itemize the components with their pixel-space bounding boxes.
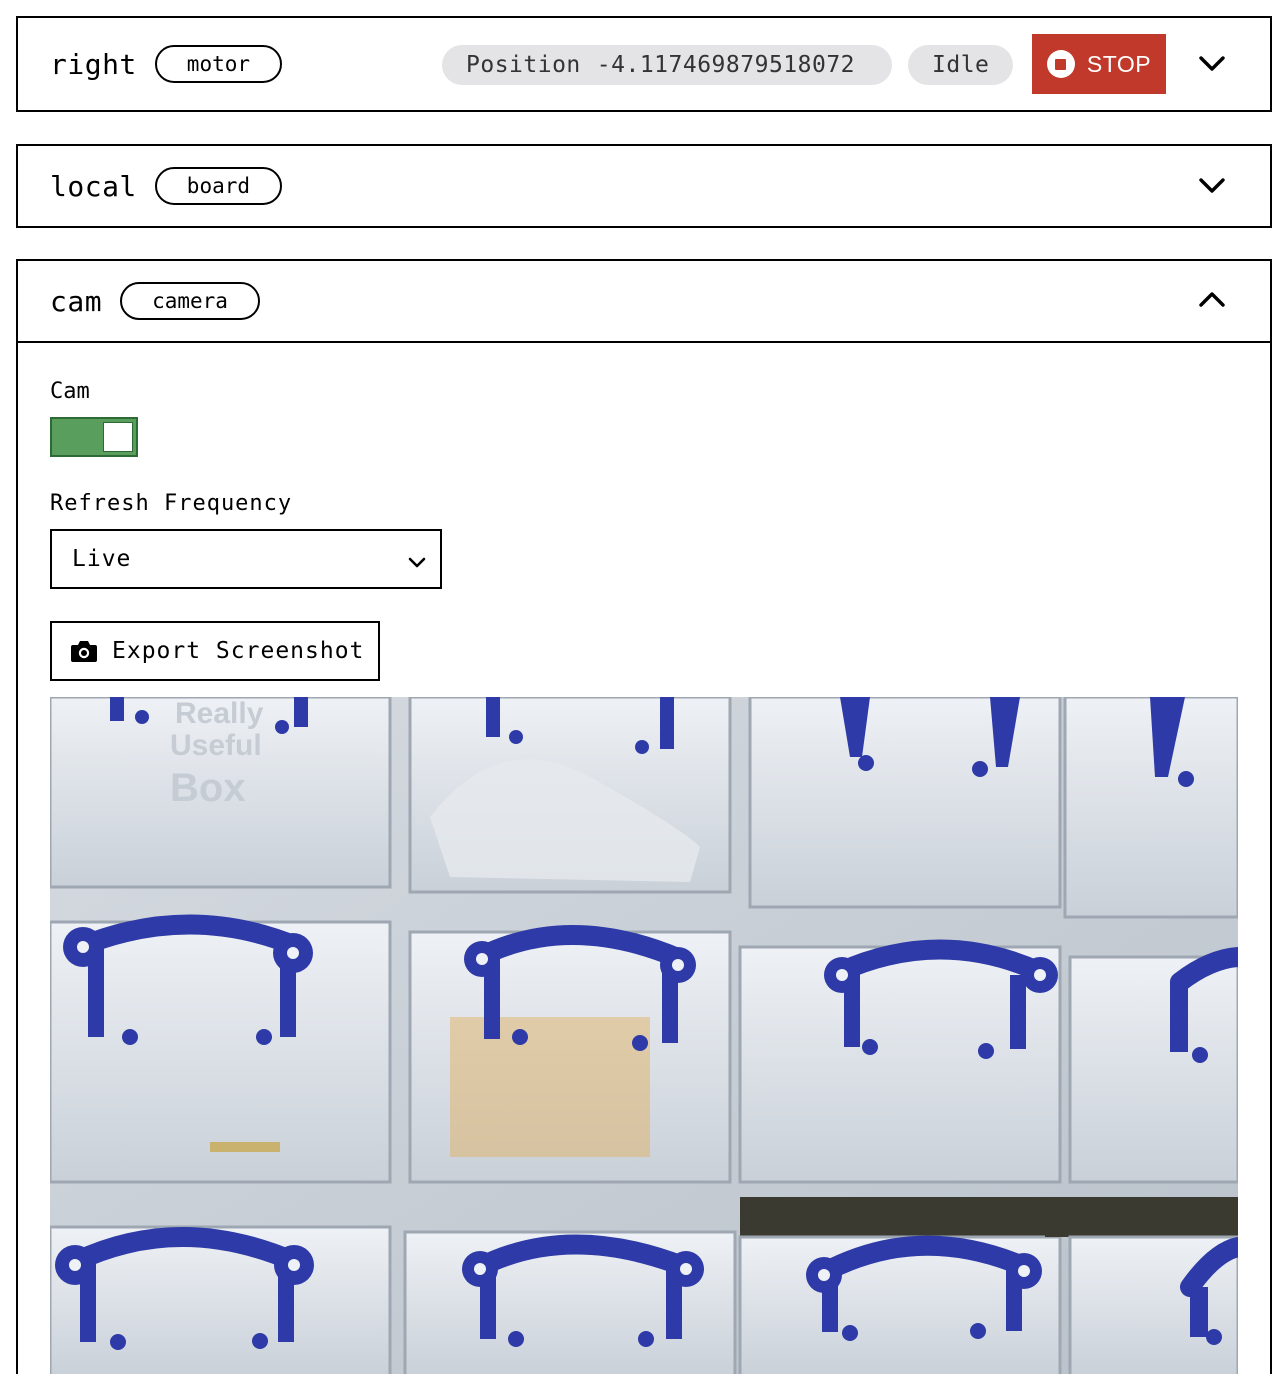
refresh-frequency-value: Live	[72, 546, 132, 572]
component-name: right	[50, 47, 137, 81]
stop-circle-icon	[1046, 50, 1075, 78]
camera-feed-image: Really Useful Box	[50, 697, 1238, 1374]
stop-button[interactable]: STOP	[1032, 34, 1166, 94]
refresh-frequency-label: Refresh Frequency	[50, 491, 293, 516]
camera-icon	[71, 641, 97, 662]
component-name: cam	[50, 284, 103, 318]
component-name: local	[50, 169, 137, 203]
toggle-knob	[103, 422, 133, 452]
export-screenshot-label: Export Screenshot	[112, 638, 365, 664]
chevron-down-icon	[408, 549, 426, 575]
component-type-badge: motor	[154, 45, 283, 83]
position-value: -4.117469879518072	[596, 52, 856, 78]
component-type-badge: board	[154, 167, 283, 205]
camera-card: cam camera Cam Refresh Frequency Live Ex…	[16, 259, 1272, 1374]
camera-feed: Really Useful Box	[50, 697, 1238, 1374]
refresh-frequency-select[interactable]: Live	[50, 529, 442, 589]
svg-text:Really: Really	[175, 697, 264, 730]
svg-text:Box: Box	[170, 766, 246, 810]
stop-button-label: STOP	[1086, 50, 1152, 77]
cam-toggle[interactable]	[50, 417, 138, 457]
cam-toggle-label: Cam	[50, 379, 90, 404]
camera-card-header[interactable]: cam camera	[18, 261, 1270, 341]
motor-card-header[interactable]: right motor Position -4.117469879518072 …	[18, 18, 1270, 110]
position-label: Position	[466, 52, 581, 78]
board-card: local board	[16, 144, 1272, 228]
component-type-badge: camera	[120, 282, 260, 320]
chevron-down-icon[interactable]	[1196, 48, 1228, 80]
motor-card: right motor Position -4.117469879518072 …	[16, 16, 1272, 112]
export-screenshot-button[interactable]: Export Screenshot	[50, 621, 380, 681]
chevron-down-icon[interactable]	[1196, 170, 1228, 202]
chevron-up-icon[interactable]	[1196, 283, 1228, 315]
card-divider	[18, 341, 1270, 343]
position-badge: Position -4.117469879518072	[442, 45, 892, 85]
board-card-header[interactable]: local board	[18, 146, 1270, 226]
status-badge: Idle	[908, 45, 1014, 85]
svg-text:Useful: Useful	[170, 729, 262, 762]
